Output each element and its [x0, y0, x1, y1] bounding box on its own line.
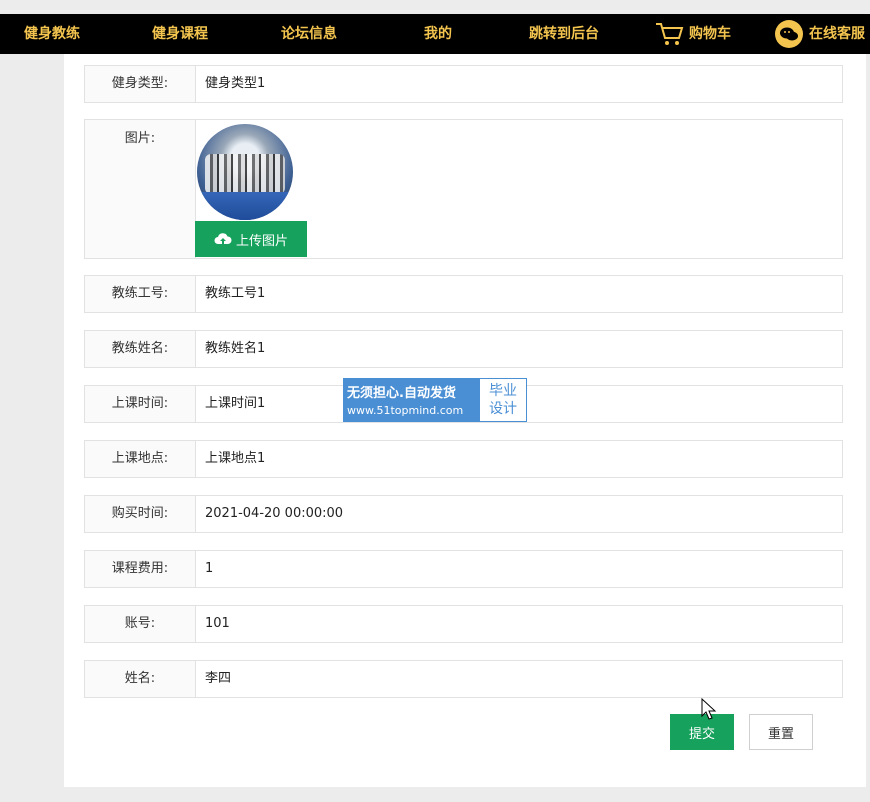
field-class-location: 上课地点: 上课地点1 [84, 440, 843, 478]
field-account: 账号: 101 [84, 605, 843, 643]
watermark-banner: 无须担心.自动发货 www.51topmind.com 毕业 设计 [343, 378, 527, 422]
field-purchase-time: 购买时间: 2021-04-20 00:00:00 [84, 495, 843, 533]
top-navbar: 健身教练 健身课程 论坛信息 我的 跳转到后台 购物车 在线客服 [0, 14, 870, 54]
cart-icon [656, 23, 684, 45]
service-label: 在线客服 [809, 26, 865, 42]
watermark-badge-line2: 设计 [489, 401, 517, 417]
field-coach-id: 教练工号: 教练工号1 [84, 275, 843, 313]
watermark-line1: 无须担心.自动发货 [347, 386, 456, 401]
coach-id-input[interactable]: 教练工号1 [195, 276, 842, 312]
fitness-type-input[interactable]: 健身类型1 [195, 66, 842, 102]
nav-item-mine[interactable]: 我的 [424, 14, 452, 54]
mouse-cursor-icon [701, 698, 717, 720]
cloud-upload-icon [214, 233, 232, 245]
field-name: 姓名: 李四 [84, 660, 843, 698]
field-label: 健身类型: [85, 66, 196, 102]
field-coach-name: 教练姓名: 教练姓名1 [84, 330, 843, 368]
field-course-fee: 课程费用: 1 [84, 550, 843, 588]
name-input[interactable]: 李四 [195, 661, 842, 697]
reset-button[interactable]: 重置 [749, 714, 813, 750]
course-photo [197, 124, 293, 220]
chat-icon [775, 20, 803, 48]
nav-item-cart[interactable]: 购物车 [655, 14, 731, 54]
field-fitness-type: 健身类型: 健身类型1 [84, 65, 843, 103]
nav-item-admin[interactable]: 跳转到后台 [529, 14, 599, 54]
nav-item-forum[interactable]: 论坛信息 [281, 14, 337, 54]
coach-name-input[interactable]: 教练姓名1 [195, 331, 842, 367]
field-label: 图片: [85, 120, 196, 258]
account-input[interactable]: 101 [195, 606, 842, 642]
field-label: 购买时间: [85, 496, 196, 532]
course-fee-input[interactable]: 1 [195, 551, 842, 587]
field-label: 姓名: [85, 661, 196, 697]
field-label: 账号: [85, 606, 196, 642]
class-location-input[interactable]: 上课地点1 [195, 441, 842, 477]
field-label: 上课时间: [85, 386, 196, 422]
nav-item-course[interactable]: 健身课程 [152, 14, 208, 54]
nav-item-coach[interactable]: 健身教练 [24, 14, 80, 54]
purchase-time-input[interactable]: 2021-04-20 00:00:00 [195, 496, 842, 532]
watermark-badge: 毕业 设计 [480, 379, 526, 421]
watermark-badge-line1: 毕业 [489, 383, 517, 399]
field-label: 上课地点: [85, 441, 196, 477]
field-image: 图片: 上传图片 [84, 119, 843, 259]
watermark-text: 无须担心.自动发货 www.51topmind.com [343, 378, 479, 422]
upload-image-button[interactable]: 上传图片 [195, 221, 307, 257]
upload-label: 上传图片 [235, 232, 288, 248]
field-label: 教练工号: [85, 276, 196, 312]
field-label: 教练姓名: [85, 331, 196, 367]
watermark-line2: www.51topmind.com [347, 404, 464, 417]
field-label: 课程费用: [85, 551, 196, 587]
cart-label: 购物车 [689, 26, 731, 42]
nav-item-service[interactable]: 在线客服 [775, 14, 865, 54]
